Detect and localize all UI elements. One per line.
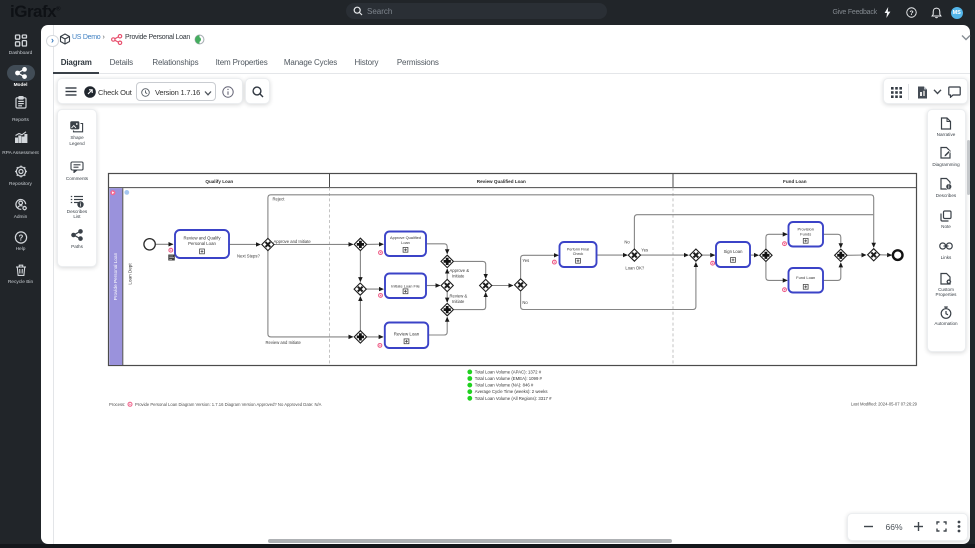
svg-text:Approve &: Approve & xyxy=(450,268,470,273)
svg-text:Next Steps?: Next Steps? xyxy=(237,253,260,258)
svg-text:?: ? xyxy=(18,233,23,242)
svg-text:Average Cycle Time (weeks): 2: Average Cycle Time (weeks): 2 weeks xyxy=(475,389,548,394)
svg-text:Loan OK?: Loan OK? xyxy=(625,266,645,271)
svg-text:Total Loan Volume (APAC): 1372: Total Loan Volume (APAC): 1372 # xyxy=(475,369,542,374)
svg-text:No: No xyxy=(624,240,630,245)
svg-text:Total Loan Volume (All Regions: Total Loan Volume (All Regions): 3317 # xyxy=(475,396,552,401)
svg-text:Approve and Initiate: Approve and Initiate xyxy=(274,239,312,244)
svg-text:?: ? xyxy=(909,10,913,17)
svg-text:Loan Dept: Loan Dept xyxy=(128,263,133,285)
svg-text:Initiate: Initiate xyxy=(452,273,465,278)
svg-text:Total Loan Volume (EMEA): 1099: Total Loan Volume (EMEA): 1099 # xyxy=(475,376,543,381)
svg-text:Review and Initiate: Review and Initiate xyxy=(266,340,302,345)
svg-text:Loan: Loan xyxy=(401,240,410,245)
svg-text:Personal Loan: Personal Loan xyxy=(188,241,216,246)
svg-text:Check: Check xyxy=(573,252,584,256)
svg-text:Review and Qualify: Review and Qualify xyxy=(183,235,221,240)
svg-text:Yes: Yes xyxy=(522,258,529,263)
svg-text:Review Qualified Loan: Review Qualified Loan xyxy=(477,179,526,184)
svg-text:Review &: Review & xyxy=(450,293,468,298)
svg-text:Last Modified: 2024-05-07 07:2: Last Modified: 2024-05-07 07:26:29 xyxy=(851,401,918,406)
svg-text:Sign Loan: Sign Loan xyxy=(724,249,744,254)
svg-text:Fund Loan: Fund Loan xyxy=(796,275,815,280)
svg-text:Perform Final: Perform Final xyxy=(567,247,589,251)
svg-text:Provide Personal Loan: Provide Personal Loan xyxy=(113,252,118,300)
svg-text:Total Loan Volume (NA): 846 #: Total Loan Volume (NA): 846 # xyxy=(475,383,534,388)
svg-text:Fund Loan: Fund Loan xyxy=(783,179,807,184)
svg-text:Qualify Loan: Qualify Loan xyxy=(205,179,233,184)
svg-text:No: No xyxy=(522,300,528,305)
svg-text:Initiate: Initiate xyxy=(452,299,465,304)
svg-text:Provide Personal Loan Diagram: Provide Personal Loan Diagram Version: 1… xyxy=(135,402,322,407)
svg-text:Funds: Funds xyxy=(800,231,811,236)
svg-text:Yes: Yes xyxy=(641,247,648,252)
svg-text:Process:: Process: xyxy=(109,402,125,407)
svg-text:Reject: Reject xyxy=(273,197,286,202)
svg-text:Initiate Loan File: Initiate Loan File xyxy=(391,283,420,288)
svg-text:Review Loan: Review Loan xyxy=(394,331,420,336)
